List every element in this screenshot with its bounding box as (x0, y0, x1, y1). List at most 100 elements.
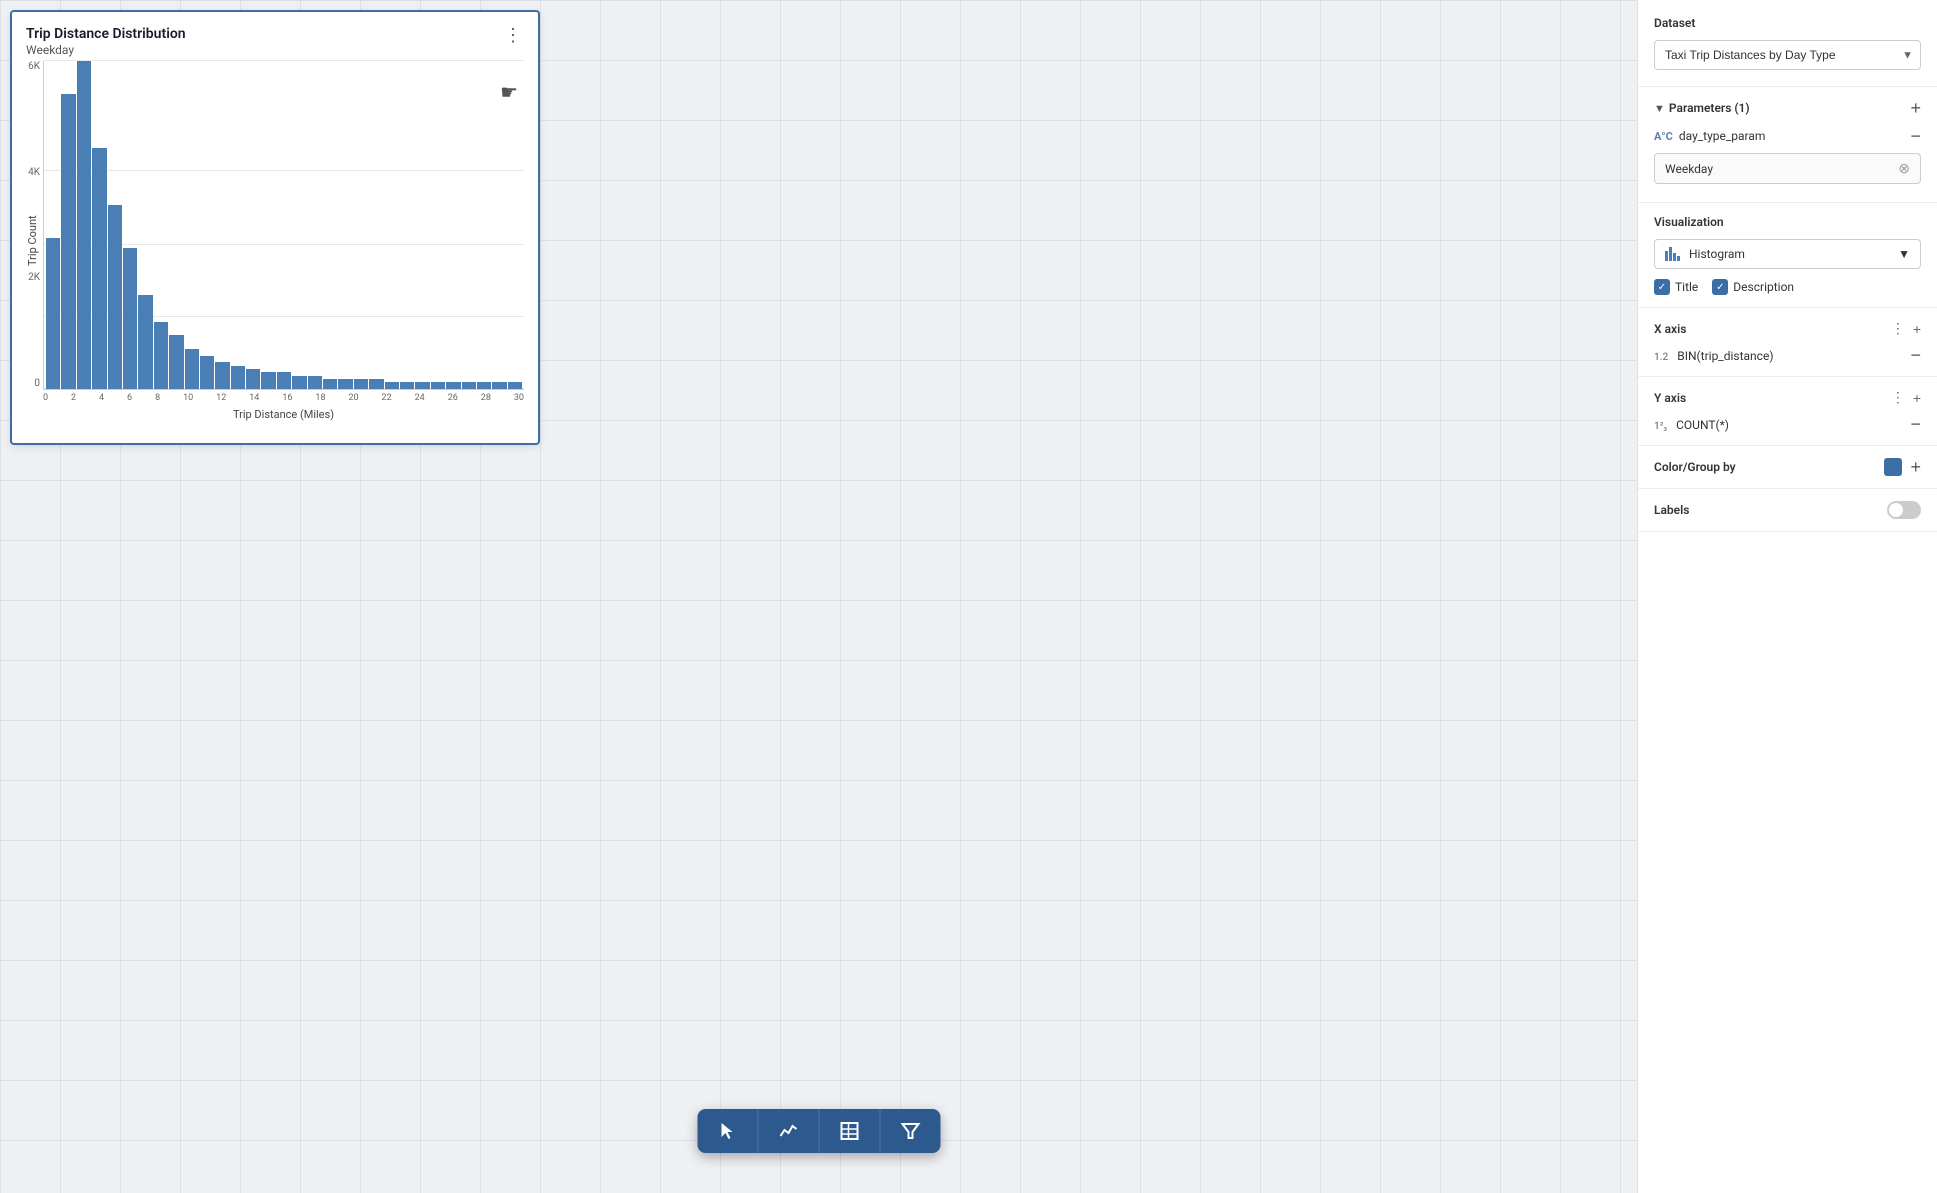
bar-17[interactable] (308, 376, 322, 389)
chart-tool-button[interactable] (758, 1109, 819, 1153)
param-value-row: Weekday ⊗ (1654, 153, 1921, 184)
bar-21[interactable] (369, 379, 383, 389)
chart-inner: 0 2K 4K 6K 024681012141618202224262830 T… (43, 61, 524, 421)
labels-header: Labels (1654, 501, 1921, 519)
xaxis-more-button[interactable]: ⋮ (1891, 320, 1905, 337)
color-swatch[interactable] (1884, 458, 1902, 476)
params-add-button[interactable]: + (1910, 99, 1921, 117)
chart-plot: 0 2K 4K 6K (43, 61, 524, 390)
labels-title: Labels (1654, 503, 1689, 517)
x-tick-4: 4 (99, 393, 104, 403)
chart-title: Trip Distance Distribution (26, 26, 186, 42)
bar-28[interactable] (477, 382, 491, 389)
params-label: Parameters (1) (1669, 101, 1750, 115)
param-value-input[interactable]: Weekday ⊗ (1654, 153, 1921, 184)
xaxis-add-button[interactable]: + (1913, 321, 1921, 337)
bar-1[interactable] (61, 94, 75, 389)
bar-26[interactable] (446, 382, 460, 389)
bar-29[interactable] (492, 382, 506, 389)
title-checkbox[interactable] (1654, 279, 1670, 295)
bar-4[interactable] (108, 205, 122, 389)
labels-toggle[interactable] (1887, 501, 1921, 519)
chart-header: Trip Distance Distribution Weekday ⋮ (26, 26, 524, 57)
bar-7[interactable] (154, 322, 168, 389)
dataset-label: Dataset (1654, 16, 1921, 30)
param-remove-button[interactable]: − (1910, 127, 1921, 145)
bar-5[interactable] (123, 248, 137, 389)
x-tick-10: 10 (183, 393, 193, 403)
bar-9[interactable] (185, 349, 199, 389)
bar-18[interactable] (323, 379, 337, 389)
bottom-toolbar (697, 1109, 940, 1153)
xaxis-icons: ⋮ + (1891, 320, 1921, 337)
xaxis-field-row: 1.2 BIN(trip_distance) − (1654, 345, 1921, 364)
params-title: ▼ Parameters (1) (1654, 101, 1750, 115)
bar-22[interactable] (385, 382, 399, 389)
yaxis-field: 1²₃ COUNT(*) (1654, 414, 1729, 433)
param-clear-button[interactable]: ⊗ (1898, 160, 1910, 177)
viz-type-dropdown[interactable]: Histogram ▼ (1654, 239, 1921, 269)
bar-3[interactable] (92, 148, 106, 389)
bar-30[interactable] (508, 382, 522, 389)
params-header: ▼ Parameters (1) + (1654, 99, 1921, 117)
viz-type-inner: Histogram (1665, 247, 1745, 261)
visualization-section: Visualization Histogram ▼ Title Descri (1638, 203, 1937, 308)
bar-15[interactable] (277, 372, 291, 389)
params-chevron-icon: ▼ (1654, 102, 1665, 115)
cursor-overlay: ☛ (500, 80, 518, 104)
bar-16[interactable] (292, 376, 306, 389)
x-tick-0: 0 (43, 393, 48, 403)
bar-8[interactable] (169, 335, 183, 389)
dataset-section: Dataset Taxi Trip Distances by Day Type … (1638, 0, 1937, 87)
bar-12[interactable] (231, 366, 245, 389)
x-tick-22: 22 (382, 393, 392, 403)
x-tick-14: 14 (249, 393, 259, 403)
bar-19[interactable] (338, 379, 352, 389)
description-checkbox-item: Description (1712, 279, 1794, 295)
bar-25[interactable] (431, 382, 445, 389)
chart-card: Trip Distance Distribution Weekday ⋮ Tri… (10, 10, 540, 445)
xaxis-section: X axis ⋮ + 1.2 BIN(trip_distance) − (1638, 308, 1937, 377)
yaxis-remove-button[interactable]: − (1910, 415, 1921, 433)
labels-section: Labels (1638, 489, 1937, 532)
color-header: Color/Group by + (1654, 458, 1921, 476)
x-tick-20: 20 (348, 393, 358, 403)
bar-27[interactable] (462, 382, 476, 389)
param-row: A°C day_type_param − (1654, 127, 1921, 145)
bar-14[interactable] (261, 372, 275, 389)
xaxis-title: X axis (1654, 322, 1686, 336)
color-controls: + (1884, 458, 1921, 476)
yaxis-field-name: COUNT(*) (1676, 418, 1729, 432)
y-tick-4k: 4K (12, 167, 40, 178)
title-checkbox-label: Title (1675, 280, 1698, 294)
color-group-section: Color/Group by + (1638, 446, 1937, 489)
color-add-button[interactable]: + (1910, 458, 1921, 476)
bar-2[interactable] (77, 61, 91, 389)
bar-23[interactable] (400, 382, 414, 389)
checkboxes-row: Title Description (1654, 279, 1921, 295)
bar-6[interactable] (138, 295, 152, 389)
yaxis-title: Y axis (1654, 391, 1686, 405)
dataset-dropdown[interactable]: Taxi Trip Distances by Day Type (1654, 40, 1921, 70)
cursor-tool-button[interactable] (697, 1109, 758, 1153)
histogram-chart-icon (1665, 247, 1681, 261)
yaxis-add-button[interactable]: + (1913, 390, 1921, 406)
xaxis-remove-button[interactable]: − (1910, 346, 1921, 364)
bar-24[interactable] (415, 382, 429, 389)
bar-20[interactable] (354, 379, 368, 389)
filter-tool-button[interactable] (880, 1109, 940, 1153)
x-tick-24: 24 (415, 393, 425, 403)
yaxis-more-button[interactable]: ⋮ (1891, 389, 1905, 406)
description-checkbox[interactable] (1712, 279, 1728, 295)
bar-10[interactable] (200, 356, 214, 389)
bar-13[interactable] (246, 369, 260, 389)
bar-0[interactable] (46, 238, 60, 389)
x-tick-6: 6 (127, 393, 132, 403)
bar-11[interactable] (215, 362, 229, 389)
x-tick-18: 18 (315, 393, 325, 403)
y-tick-0: 0 (12, 378, 40, 389)
y-tick-labels: 0 2K 4K 6K (12, 61, 40, 389)
viz-label: Visualization (1654, 215, 1921, 229)
chart-menu-button[interactable]: ⋮ (502, 26, 524, 44)
table-tool-button[interactable] (819, 1109, 880, 1153)
